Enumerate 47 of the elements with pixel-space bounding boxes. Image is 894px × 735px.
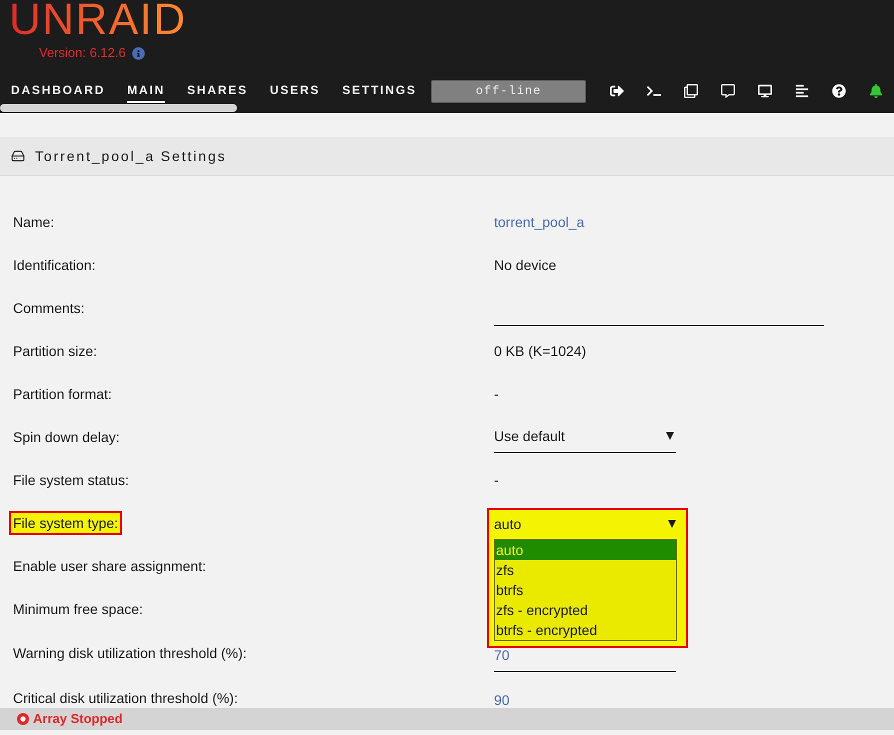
field-label: Warning disk utilization threshold (%): [13, 644, 247, 660]
field-value: No device [494, 256, 556, 272]
field-label: Identification: [13, 256, 96, 272]
field-label: File system type: [9, 510, 122, 534]
field-value: - [494, 386, 499, 402]
scrollbar-thumb[interactable] [0, 104, 237, 112]
field-label: File system status: [13, 472, 129, 488]
dropdown-option[interactable]: btrfs - encrypted [495, 620, 676, 640]
help-icon[interactable] [832, 84, 846, 98]
nav-tab[interactable]: USERS [270, 79, 320, 103]
field-label: Partition format: [13, 386, 112, 402]
field-label: Comments: [13, 300, 85, 316]
comment-icon[interactable] [721, 84, 735, 98]
field-label: Minimum free space: [13, 600, 143, 616]
field-value: - [494, 472, 499, 488]
field-label: Spin down delay: [13, 428, 120, 444]
stop-icon [17, 713, 29, 725]
name-link[interactable]: torrent_pool_a [494, 214, 584, 230]
dropdown-option[interactable]: zfs - encrypted [495, 600, 676, 620]
status-box: off-line [431, 80, 586, 102]
monitor-icon[interactable] [758, 84, 772, 98]
number-field[interactable]: 70 [494, 647, 676, 672]
select-field[interactable]: Use default [494, 420, 676, 452]
field-value: 0 KB (K=1024) [494, 342, 586, 358]
dropdown-option[interactable]: auto [495, 540, 676, 560]
drive-icon [11, 149, 25, 163]
dropdown-option[interactable]: btrfs [495, 580, 676, 600]
info-icon[interactable] [132, 46, 145, 60]
caret-icon [668, 520, 676, 528]
select-field[interactable]: auto [494, 512, 681, 536]
nav-tab[interactable]: DASHBOARD [11, 79, 106, 103]
version-text: Version: 6.12.6 [39, 44, 126, 62]
logout-icon[interactable] [610, 84, 624, 98]
dropdown-option[interactable]: zfs [495, 560, 676, 580]
lines-icon[interactable] [795, 84, 809, 98]
field-label: Name: [13, 214, 54, 230]
field-label: Partition size: [13, 342, 98, 358]
caret-icon [666, 432, 674, 440]
bell-icon[interactable] [869, 84, 883, 98]
nav-tab[interactable]: SETTINGS [342, 79, 417, 103]
terminal-icon[interactable] [647, 84, 661, 98]
status-text: Array Stopped [33, 710, 123, 728]
section-title: Torrent_pool_a Settings [35, 146, 227, 166]
nav-tab[interactable]: SHARES [187, 79, 248, 103]
field-label: Critical disk utilization threshold (%): [13, 690, 238, 706]
copy-icon[interactable] [684, 84, 698, 98]
field-label: Enable user share assignment: [13, 558, 206, 574]
